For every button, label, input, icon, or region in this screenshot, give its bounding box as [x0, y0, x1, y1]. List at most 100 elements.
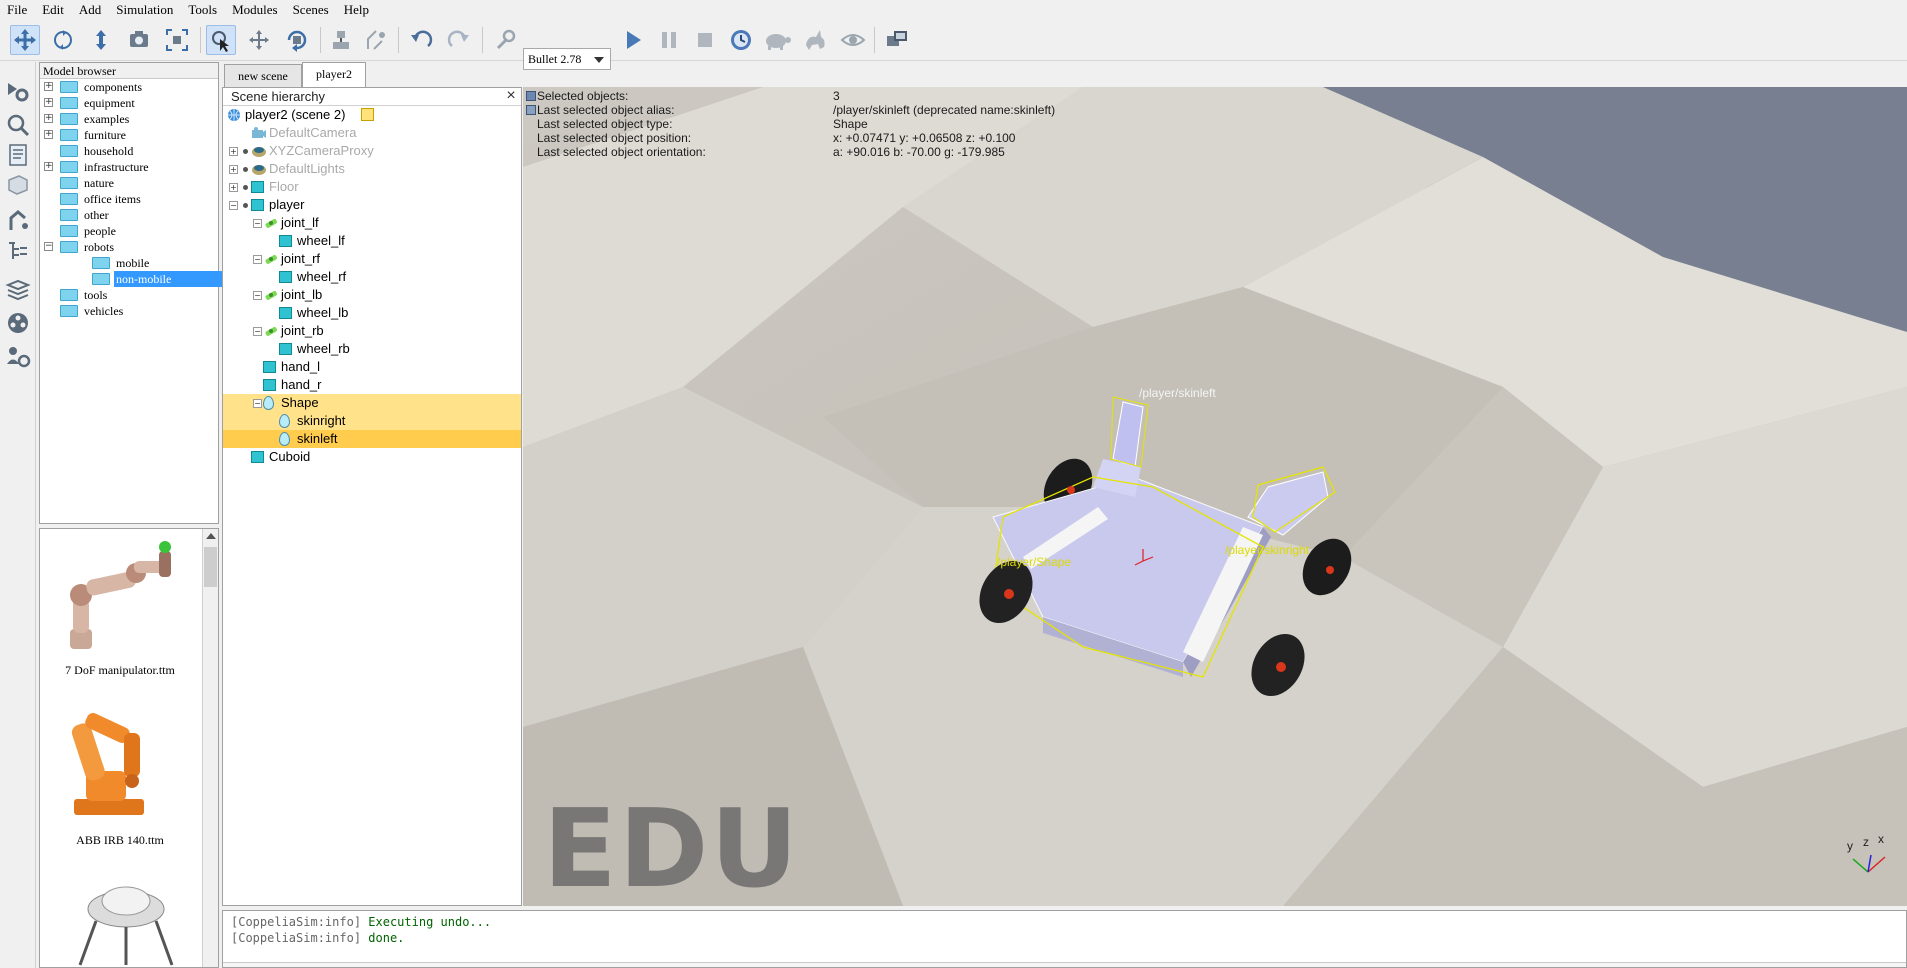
console-input[interactable]	[223, 962, 1906, 967]
expand-icon[interactable]: +	[44, 162, 53, 171]
visibility-dot-icon[interactable]	[243, 167, 248, 172]
model-folder-vehicles[interactable]: vehicles	[40, 303, 218, 319]
collapse-icon[interactable]: −	[253, 255, 262, 264]
hierarchy-item-Floor[interactable]: + Floor	[223, 178, 521, 196]
menu-scenes[interactable]: Scenes	[286, 0, 337, 19]
visualization-icon[interactable]	[838, 25, 868, 55]
scrollbar-thumb[interactable]	[204, 547, 217, 587]
script-icon[interactable]	[3, 140, 33, 170]
collapse-icon[interactable]: −	[253, 219, 262, 228]
model-folder-nature[interactable]: nature	[40, 175, 218, 191]
video-recorder-icon[interactable]	[3, 308, 33, 338]
path-edit-icon[interactable]	[3, 206, 33, 236]
menu-tools[interactable]: Tools	[181, 0, 225, 19]
camera-angle-icon[interactable]	[124, 25, 154, 55]
object-shift-icon[interactable]	[244, 25, 274, 55]
collapse-icon[interactable]: −	[253, 327, 262, 336]
hierarchy-item-player2-scene-2[interactable]: player2 (scene 2)	[223, 106, 521, 124]
thumbnail-7dof-manipulator[interactable]: 7 DoF manipulator.ttm	[40, 529, 202, 679]
realtime-icon[interactable]	[726, 25, 756, 55]
undo-icon[interactable]	[406, 25, 436, 55]
hierarchy-item-wheel_lf[interactable]: wheel_lf	[223, 232, 521, 250]
stop-simulation-icon[interactable]	[690, 25, 720, 55]
tab-new-scene[interactable]: new scene	[224, 64, 302, 87]
expand-icon[interactable]: +	[229, 183, 238, 192]
hierarchy-item-joint_lf[interactable]: − joint_lf	[223, 214, 521, 232]
rotate-camera-icon[interactable]	[48, 25, 78, 55]
start-simulation-icon[interactable]	[618, 25, 648, 55]
model-folder-office-items[interactable]: office items	[40, 191, 218, 207]
expand-icon[interactable]: +	[229, 165, 238, 174]
expand-icon[interactable]: +	[44, 114, 53, 123]
hierarchy-item-DefaultLights[interactable]: + DefaultLights	[223, 160, 521, 178]
hierarchy-item-skinleft[interactable]: skinleft	[223, 430, 521, 448]
magnifier-icon[interactable]	[3, 110, 33, 140]
simulation-settings-icon[interactable]	[3, 76, 33, 106]
visibility-dot-icon[interactable]	[243, 185, 248, 190]
menu-help[interactable]: Help	[337, 0, 377, 19]
click-select-icon[interactable]	[206, 25, 236, 55]
hierarchy-item-wheel_lb[interactable]: wheel_lb	[223, 304, 521, 322]
scene-hierarchy-icon[interactable]	[3, 236, 33, 266]
object-rotate-icon[interactable]	[282, 25, 312, 55]
hierarchy-item-XYZCameraProxy[interactable]: + XYZCameraProxy	[223, 142, 521, 160]
hierarchy-item-wheel_rf[interactable]: wheel_rf	[223, 268, 521, 286]
model-folder-robots[interactable]: − robots	[40, 239, 218, 255]
shift-camera-icon[interactable]	[86, 25, 116, 55]
model-folder-furniture[interactable]: + furniture	[40, 127, 218, 143]
redo-icon[interactable]	[444, 25, 474, 55]
model-folder-infrastructure[interactable]: + infrastructure	[40, 159, 218, 175]
fit-to-view-icon[interactable]	[162, 25, 192, 55]
expand-icon[interactable]: +	[44, 82, 53, 91]
transfer-dna-icon[interactable]	[360, 25, 390, 55]
model-folder-mobile[interactable]: mobile	[40, 255, 218, 271]
collapse-icon[interactable]: −	[253, 291, 262, 300]
thumbnail-abb-irb-140[interactable]: ABB IRB 140.ttm	[40, 699, 202, 849]
hierarchy-item-hand_l[interactable]: hand_l	[223, 358, 521, 376]
expand-icon[interactable]: +	[229, 147, 238, 156]
menu-file[interactable]: File	[0, 0, 35, 19]
model-folder-examples[interactable]: + examples	[40, 111, 218, 127]
info-toggle-button[interactable]	[526, 91, 536, 101]
expand-icon[interactable]: +	[44, 98, 53, 107]
menu-add[interactable]: Add	[72, 0, 109, 19]
move-camera-icon[interactable]	[10, 25, 40, 55]
model-folder-other[interactable]: other	[40, 207, 218, 223]
menu-simulation[interactable]: Simulation	[109, 0, 181, 19]
collapse-icon[interactable]: −	[229, 201, 238, 210]
hierarchy-item-Shape[interactable]: − Shape	[223, 394, 521, 412]
visibility-dot-icon[interactable]	[243, 203, 248, 208]
simulation-settings-icon[interactable]	[490, 25, 520, 55]
tab-player2[interactable]: player2	[302, 62, 366, 87]
expand-icon[interactable]: +	[44, 130, 53, 139]
script-icon[interactable]	[361, 108, 374, 121]
scroll-up-icon[interactable]	[206, 533, 216, 539]
hierarchy-item-wheel_rb[interactable]: wheel_rb	[223, 340, 521, 358]
model-folder-equipment[interactable]: + equipment	[40, 95, 218, 111]
model-folder-components[interactable]: + components	[40, 79, 218, 95]
page-selector-icon[interactable]	[882, 25, 912, 55]
model-folder-non-mobile[interactable]: non-mobile	[40, 271, 257, 287]
hierarchy-item-DefaultCamera[interactable]: DefaultCamera	[223, 124, 521, 142]
info-toggle-button[interactable]	[526, 105, 536, 115]
visibility-dot-icon[interactable]	[243, 149, 248, 154]
thumbnail-delta-robot[interactable]	[40, 869, 202, 967]
thumbnails-scrollbar[interactable]	[202, 529, 218, 967]
slow-down-icon[interactable]	[762, 25, 792, 55]
assemble-icon[interactable]	[326, 25, 356, 55]
hierarchy-item-Cuboid[interactable]: Cuboid	[223, 448, 521, 466]
scene-viewport[interactable]: Selected objects: 3 Last selected object a…	[523, 87, 1907, 906]
hierarchy-item-joint_rf[interactable]: − joint_rf	[223, 250, 521, 268]
model-folder-people[interactable]: people	[40, 223, 218, 239]
model-folder-tools[interactable]: tools	[40, 287, 218, 303]
hierarchy-item-hand_r[interactable]: hand_r	[223, 376, 521, 394]
pause-simulation-icon[interactable]	[654, 25, 684, 55]
hierarchy-item-joint_rb[interactable]: − joint_rb	[223, 322, 521, 340]
hierarchy-item-player[interactable]: − player	[223, 196, 521, 214]
layers-icon[interactable]	[3, 274, 33, 304]
user-settings-icon[interactable]	[3, 342, 33, 372]
menu-edit[interactable]: Edit	[35, 0, 72, 19]
speed-up-icon[interactable]	[800, 25, 830, 55]
menu-modules[interactable]: Modules	[225, 0, 286, 19]
close-icon[interactable]: ×	[503, 88, 519, 105]
